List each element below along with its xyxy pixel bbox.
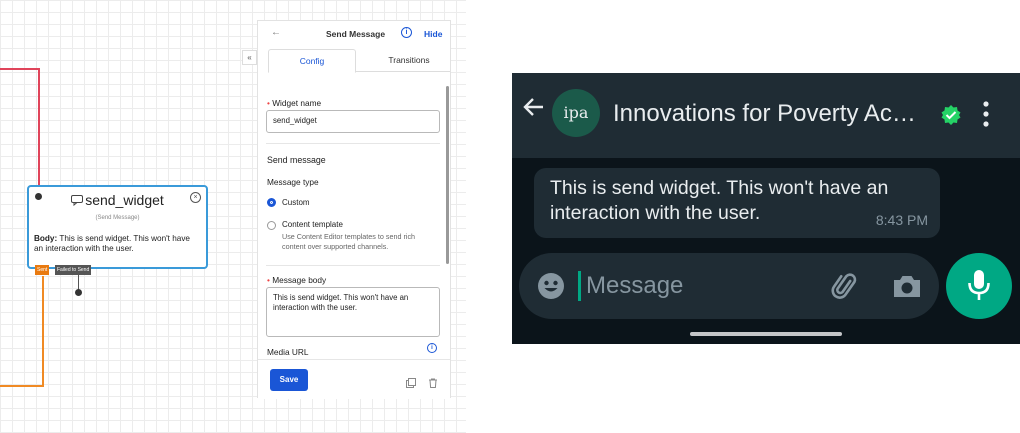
copy-icon[interactable] [406, 375, 416, 393]
tab-config[interactable]: Config [268, 49, 356, 73]
failed-to-send-tag[interactable]: Failed to Send [55, 265, 92, 275]
sent-tag[interactable]: Sent [35, 265, 50, 275]
hide-button[interactable]: Hide [424, 29, 442, 39]
radio-content-template[interactable] [267, 221, 276, 230]
connection-wire-red [38, 68, 40, 186]
arrow-left-icon[interactable]: ← [271, 27, 281, 38]
microphone-icon [967, 269, 991, 308]
node-title: send_widget [29, 192, 206, 209]
section-title: Send message [267, 155, 326, 165]
double-chevron-left-icon[interactable]: « [242, 50, 257, 65]
divider [266, 143, 440, 144]
option-template-label: Content template [282, 220, 343, 229]
more-vertical-icon[interactable] [983, 101, 989, 132]
message-icon [71, 193, 84, 209]
text-cursor [578, 271, 581, 301]
message-time: 8:43 PM [875, 212, 928, 228]
tab-transitions[interactable]: Transitions [366, 49, 452, 71]
node-body: Body: This is send widget. This won't ha… [34, 234, 201, 254]
contact-name[interactable]: Innovations for Poverty Ac… [613, 100, 916, 128]
arrow-left-icon[interactable] [522, 95, 546, 124]
microphone-button[interactable] [946, 253, 1012, 319]
panel-header: ← Send Message i Hide [258, 21, 450, 46]
output-handle[interactable] [75, 289, 82, 296]
panel-tabs: Config Transitions [268, 49, 452, 73]
connection-wire-orange [0, 385, 44, 387]
widget-name-label: • Widget name [267, 98, 322, 108]
message-input-bar[interactable]: Message [519, 253, 939, 319]
connection-wire-red [0, 68, 39, 70]
widget-name-input[interactable]: send_widget [266, 110, 440, 133]
node-title-text: send_widget [85, 192, 164, 208]
trash-icon[interactable] [428, 375, 438, 393]
emoji-icon[interactable] [537, 272, 565, 305]
panel-title: Send Message [326, 29, 386, 39]
media-url-label: Media URL [267, 347, 309, 357]
connection-wire-orange [42, 276, 44, 386]
node-body-text: This is send widget. This won't have an … [34, 234, 190, 253]
scrollbar[interactable] [446, 86, 449, 264]
message-type-label: Message type [267, 177, 319, 187]
whatsapp-chat: ipa Innovations for Poverty Ac… This is … [512, 73, 1020, 344]
close-icon[interactable]: × [190, 192, 201, 203]
chat-header: ipa Innovations for Poverty Ac… [512, 73, 1020, 158]
panel-footer: Save [258, 359, 450, 399]
verified-badge-icon [940, 104, 962, 131]
radio-custom[interactable] [267, 198, 276, 207]
avatar-text: ipa [563, 103, 589, 122]
avatar[interactable]: ipa [552, 89, 600, 137]
option-custom-label: Custom [282, 198, 310, 207]
send-widget-node[interactable]: send_widget × (Send Message) Body: This … [27, 185, 208, 269]
node-subtitle: (Send Message) [95, 215, 140, 221]
info-icon[interactable]: i [427, 343, 437, 353]
widget-config-panel: ← Send Message i Hide Config Transitions… [257, 20, 452, 399]
home-indicator [690, 332, 842, 336]
save-button[interactable]: Save [270, 369, 308, 391]
paperclip-icon[interactable] [829, 270, 861, 307]
message-input[interactable]: Message [586, 272, 683, 300]
message-body-textarea[interactable]: This is send widget. This won't have an … [266, 287, 440, 337]
divider [266, 265, 440, 266]
message-bubble[interactable]: This is send widget. This won't have an … [534, 168, 940, 238]
message-body-label: • Message body [267, 275, 327, 285]
camera-icon[interactable] [892, 274, 922, 304]
info-icon[interactable]: i [401, 27, 412, 38]
option-template-help: Use Content Editor templates to send ric… [282, 232, 416, 251]
node-body-label: Body: [34, 234, 58, 243]
